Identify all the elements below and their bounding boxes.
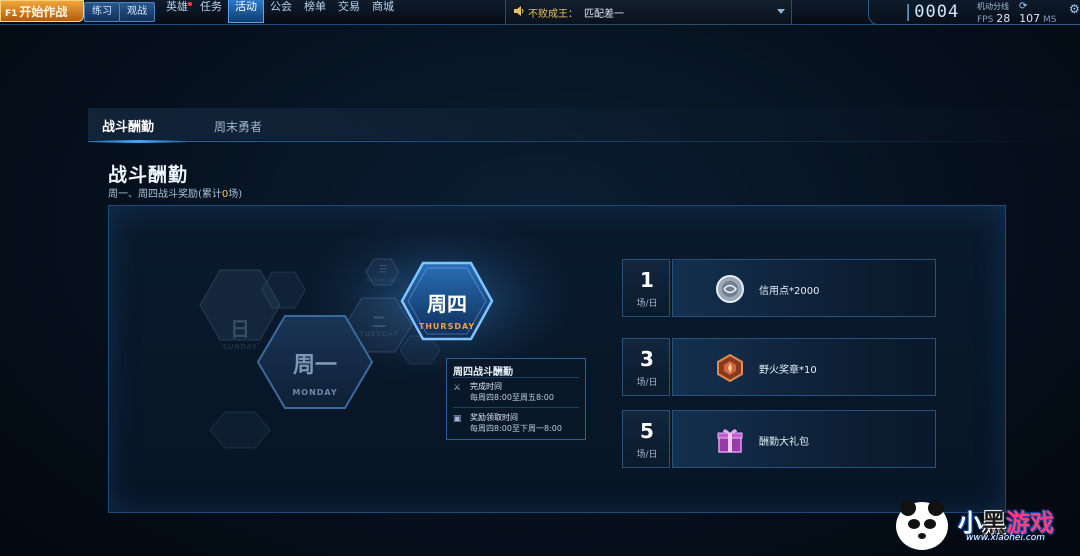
refresh-icon[interactable]: ⟳ — [1019, 1, 1027, 12]
ticker-message: 匹配差一 — [584, 9, 624, 20]
complete-time-label: 完成时间 — [470, 382, 502, 391]
nav-item-events[interactable]: 活动 — [228, 0, 264, 23]
monday-hex-sub: MONDAY — [292, 388, 338, 397]
subtitle-prefix: 周一、周四战斗奖励(累计 — [108, 189, 222, 200]
speaker-icon — [514, 6, 524, 16]
event-tabs: 战斗酬勤 周末勇者 — [88, 108, 1080, 140]
tuesday-hex-label[interactable]: 二 — [362, 312, 396, 332]
reward-name: 酬勤大礼包 — [759, 437, 809, 448]
subtitle-suffix: 场) — [228, 189, 243, 200]
monday-hex-label[interactable]: 周一 — [275, 347, 355, 379]
announcement-ticker[interactable]: 不败成王： 匹配差一 — [505, 0, 792, 25]
reward-name: 信用点*2000 — [759, 286, 820, 297]
claim-time-value: 每周四8:00至下周一8:00 — [470, 424, 562, 433]
battle-count-value: 3 — [640, 347, 654, 371]
nav-item-rankings[interactable]: 榜单 — [298, 0, 332, 22]
start-battle-button[interactable]: F1 开始作战 — [0, 0, 84, 22]
tooltip-divider — [453, 377, 579, 378]
ping-value: 107 — [1019, 12, 1041, 25]
thursday-hex-sub: THURSDAY — [418, 322, 476, 331]
battle-count-box: 5 场/日 — [622, 410, 670, 468]
sunday-hex-sub: SUNDAY — [222, 343, 258, 351]
tuesday-hex-sub: TUESDAY — [359, 330, 399, 338]
main-nav: 英雄 任务 活动 公会 榜单 交易 商城 — [160, 0, 400, 23]
nav-label: 榜单 — [304, 0, 326, 13]
battle-count-box: 1 场/日 — [622, 259, 670, 317]
top-bar: F1 开始作战 练习 观战 英雄 任务 活动 公会 榜单 交易 商城 不败成王： 匹… — [0, 0, 1080, 25]
nav-label: 公会 — [270, 0, 292, 13]
wednesday-hex-sub: WEDNESDAY — [366, 278, 401, 283]
tab-battle-reward[interactable]: 战斗酬勤 — [102, 116, 154, 135]
nav-item-store[interactable]: 商城 — [366, 0, 400, 22]
notification-dot — [188, 2, 192, 6]
reward-row[interactable]: 3 场/日 野火奖章*10 — [622, 338, 936, 396]
wednesday-hex-label[interactable]: 三 — [374, 262, 392, 275]
reward-item-box: 酬勤大礼包 — [672, 410, 936, 468]
battle-count-unit: 场/日 — [636, 299, 658, 309]
tabs-divider — [88, 141, 1080, 142]
reward-item-box: 野火奖章*10 — [672, 338, 936, 396]
complete-time-value: 每周四8:00至周五8:00 — [470, 393, 554, 402]
battle-count-unit: 场/日 — [636, 378, 658, 388]
reward-name: 野火奖章*10 — [759, 365, 817, 376]
online-counter: |0004 — [903, 2, 960, 22]
nav-label: 交易 — [338, 0, 360, 13]
ping-unit: MS — [1042, 15, 1057, 25]
nav-label: 任务 — [200, 0, 222, 13]
sword-icon: ⚔ — [453, 383, 462, 393]
reward-row[interactable]: 1 场/日 信用点*2000 — [622, 259, 936, 317]
thursday-info-tooltip: 周四战斗酬勤 ⚔ 完成时间 每周四8:00至周五8:00 ▣ 奖励领取时间 每周… — [446, 358, 586, 440]
thursday-hex-label[interactable]: 周四 — [412, 288, 482, 317]
status-panel: |0004 机动分线 FPS 28 107 MS ⟳ ⚙ — [868, 0, 1080, 25]
sunday-hex-label[interactable]: 日 — [220, 313, 260, 342]
credit-coin-icon — [716, 275, 744, 303]
fps-value: 28 — [996, 12, 1011, 25]
watermark-url: www.xiaohei.com — [966, 533, 1046, 543]
section-title: 战斗酬勤 — [108, 164, 189, 186]
battle-count-value: 1 — [640, 268, 654, 292]
counter-value: 0004 — [914, 2, 960, 22]
nav-item-trade[interactable]: 交易 — [332, 0, 366, 22]
active-tab-indicator — [88, 140, 188, 143]
nav-label: 英雄 — [166, 0, 188, 13]
start-battle-label: 开始作战 — [19, 5, 68, 19]
nav-item-tasks[interactable]: 任务 — [194, 0, 228, 22]
gift-small-icon: ▣ — [453, 414, 462, 424]
nav-item-heroes[interactable]: 英雄 — [160, 0, 194, 22]
claim-time-label: 奖励领取时间 — [470, 413, 518, 422]
hotkey-hint: F1 — [5, 9, 18, 19]
gear-icon[interactable]: ⚙ — [1069, 2, 1080, 16]
nav-item-guild[interactable]: 公会 — [264, 0, 298, 22]
wildfire-medal-icon — [717, 353, 743, 383]
reward-row[interactable]: 5 场/日 酬勤大礼包 — [622, 410, 936, 468]
tooltip-title: 周四战斗酬勤 — [453, 367, 513, 378]
ticker-text: 不败成王： 匹配差一 — [528, 5, 624, 20]
ticker-sender: 不败成王： — [528, 9, 578, 20]
nav-label: 商城 — [372, 0, 394, 13]
battle-count-unit: 场/日 — [636, 450, 658, 460]
section-subtitle: 周一、周四战斗奖励(累计0场) — [108, 185, 242, 200]
performance-readout: FPS 28 107 MS — [977, 12, 1056, 25]
fps-label: FPS — [977, 15, 994, 25]
battle-count-box: 3 场/日 — [622, 338, 670, 396]
battle-count-value: 5 — [640, 419, 654, 443]
tooltip-divider — [453, 407, 579, 408]
tab-weekend-warrior[interactable]: 周末勇者 — [214, 118, 262, 135]
practice-button[interactable]: 练习 — [84, 2, 120, 22]
spectate-button[interactable]: 观战 — [119, 2, 155, 22]
nav-label: 活动 — [235, 0, 257, 13]
reward-item-box: 信用点*2000 — [672, 259, 936, 317]
chevron-down-icon[interactable] — [777, 9, 785, 14]
gift-box-icon — [717, 429, 743, 453]
server-line-label[interactable]: 机动分线 — [977, 1, 1009, 12]
